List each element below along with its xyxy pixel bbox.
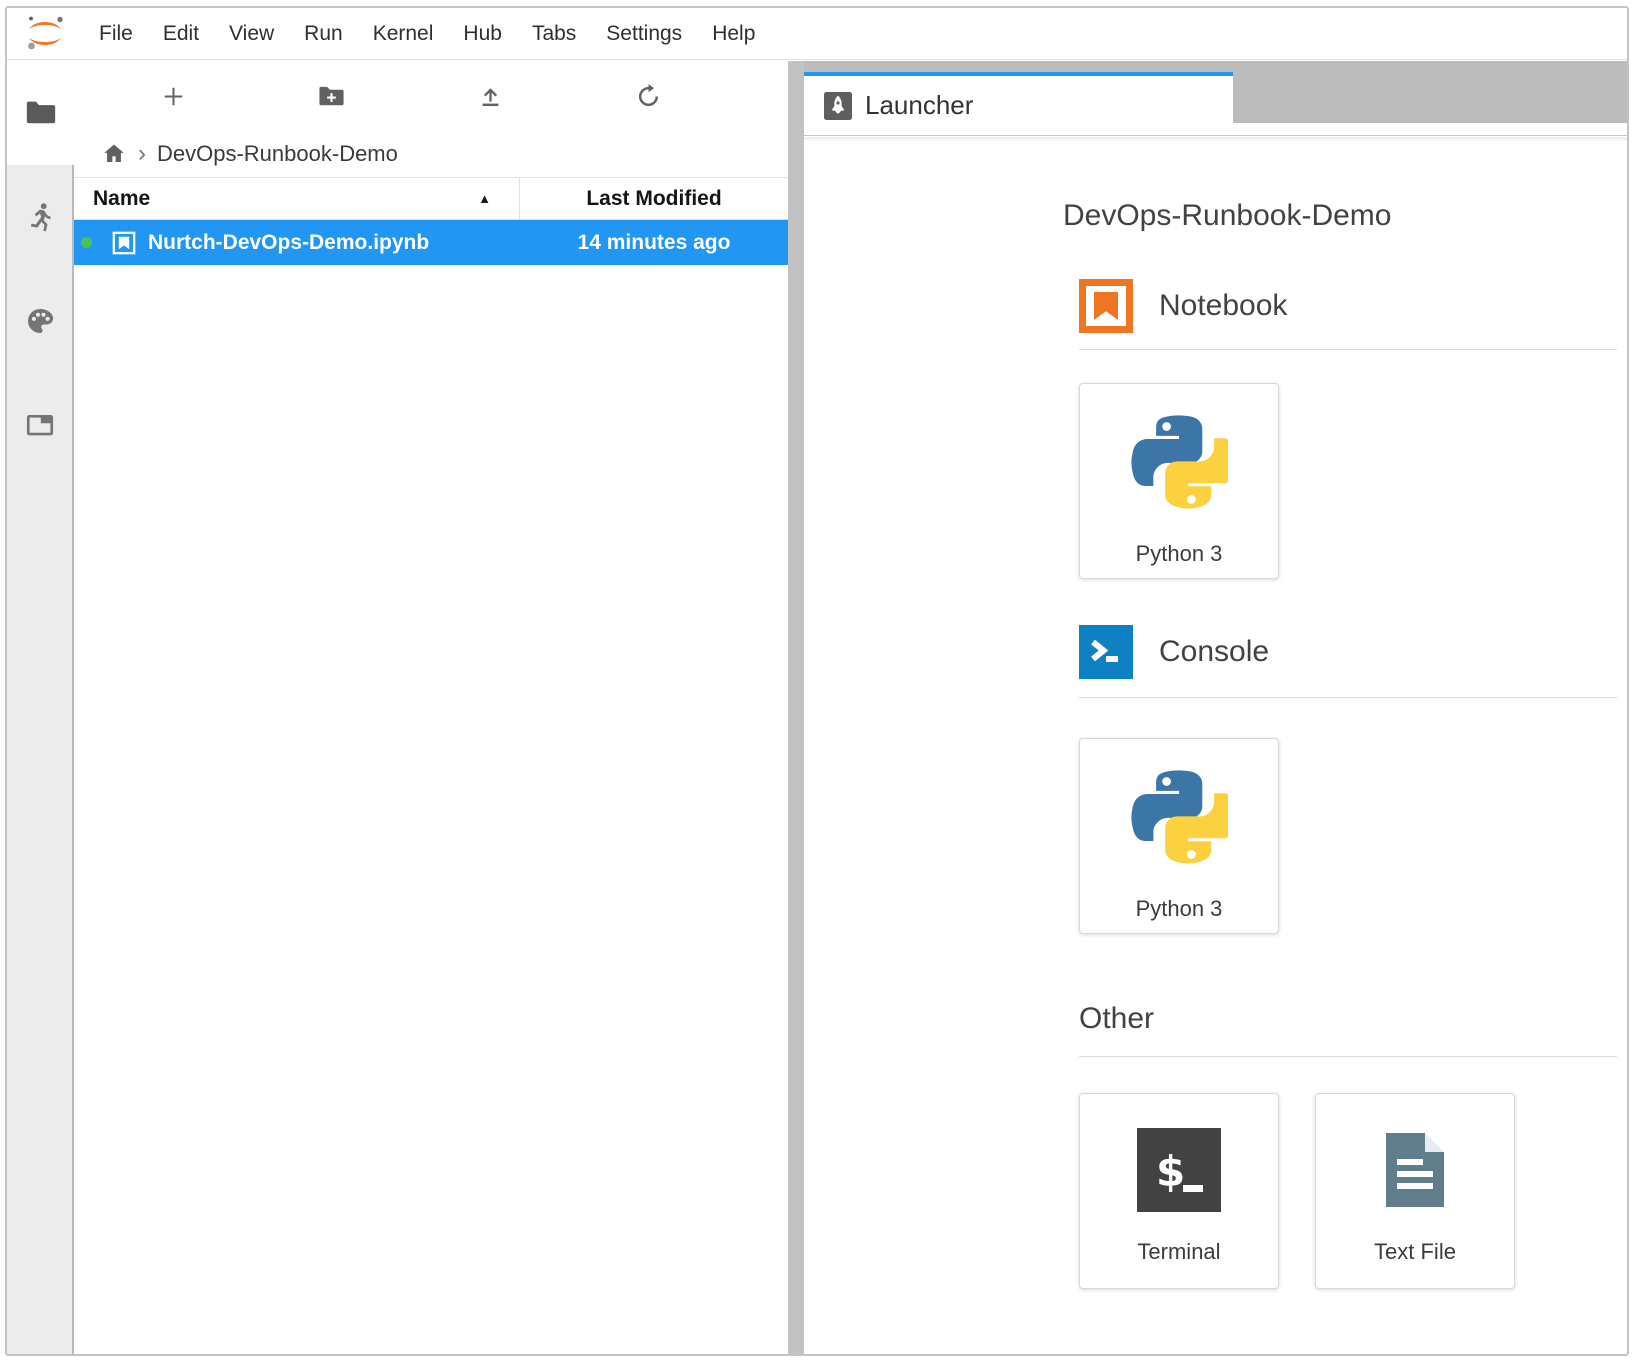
launcher-card-notebook-python3[interactable]: Python 3 [1079,383,1279,579]
tabs-icon [24,409,56,441]
upload-button[interactable] [411,83,570,110]
breadcrumb: › DevOps-Runbook-Demo [74,131,788,177]
launcher-card-terminal[interactable]: $ Terminal [1079,1093,1279,1289]
launcher-section-notebook: Notebook [1079,279,1617,333]
file-list-header: Name ▲ Last Modified [74,177,788,220]
column-header-last-modified[interactable]: Last Modified [520,178,788,219]
menu-run[interactable]: Run [289,22,358,46]
menu-tabs[interactable]: Tabs [517,22,591,46]
panel-splitter-handle[interactable] [788,61,804,1354]
jupyterlab-window: File Edit View Run Kernel Hub Tabs Setti… [5,6,1629,1356]
launcher-section-console: Console [1079,625,1617,679]
new-folder-icon [317,82,346,111]
palette-icon [24,305,56,337]
sort-ascending-icon: ▲ [478,191,491,206]
file-last-modified: 14 minutes ago [520,231,788,255]
section-divider [1079,349,1617,350]
sidebar-tab-running[interactable] [7,165,72,269]
left-sidebar [7,61,74,1354]
column-header-name[interactable]: Name ▲ [74,178,520,219]
file-row-selected[interactable]: Nurtch-DevOps-Demo.ipynb 14 minutes ago [74,220,788,265]
menu-edit[interactable]: Edit [148,22,214,46]
launcher-cwd-title: DevOps-Runbook-Demo [1063,199,1617,233]
file-browser-toolbar [74,61,788,131]
breadcrumb-separator: › [138,142,146,166]
menu-bar: File Edit View Run Kernel Hub Tabs Setti… [7,8,1627,60]
main-dock-panel: Launcher DevOps-Runbook-Demo Notebook [804,61,1627,1354]
sidebar-rail [7,165,74,1354]
notebook-cards: Python 3 [1079,383,1617,579]
sidebar-tab-file-browser[interactable] [7,61,74,165]
notebook-file-icon [111,230,137,256]
dock-tab-bar: Launcher [804,61,1627,136]
card-label: Python 3 [1136,896,1223,922]
sidebar-tab-command-palette[interactable] [7,269,72,373]
new-folder-button[interactable] [253,82,412,111]
refresh-icon [635,83,662,110]
section-divider [1079,1056,1617,1057]
file-browser-panel: › DevOps-Runbook-Demo Name ▲ Last Modifi… [74,61,788,1354]
breadcrumb-current-folder[interactable]: DevOps-Runbook-Demo [157,141,398,167]
console-cards: Python 3 [1079,738,1617,934]
menu-file[interactable]: File [84,22,148,46]
launcher-card-console-python3[interactable]: Python 3 [1079,738,1279,934]
card-label: Python 3 [1136,541,1223,567]
card-label: Terminal [1137,1239,1220,1265]
notebook-icon [1079,279,1133,333]
upload-icon [477,83,504,110]
launcher-card-text-file[interactable]: Text File [1315,1093,1515,1289]
svg-text:$: $ [1156,1147,1185,1196]
section-divider [1079,697,1617,698]
menu-view[interactable]: View [214,22,289,46]
terminal-icon: $ [1137,1128,1221,1212]
new-launcher-plus-icon [160,83,187,110]
tab-launcher[interactable]: Launcher [804,72,1233,135]
menu-hub[interactable]: Hub [448,22,517,46]
launcher-rocket-icon [824,92,852,120]
name-header-label: Name [93,187,150,211]
python-icon [1130,414,1228,512]
file-name: Nurtch-DevOps-Demo.ipynb [148,231,429,255]
console-icon [1079,625,1133,679]
menu-help[interactable]: Help [697,22,770,46]
menu-kernel[interactable]: Kernel [358,22,449,46]
modified-header-label: Last Modified [586,187,721,211]
tab-launcher-label: Launcher [865,90,973,121]
text-file-icon [1373,1128,1457,1212]
folder-icon [24,96,58,130]
other-cards: $ Terminal [1079,1093,1617,1289]
other-section-label: Other [1079,1002,1154,1036]
jupyter-logo-icon [22,14,68,54]
home-icon[interactable] [101,141,127,167]
running-man-icon [24,201,56,233]
new-launcher-button[interactable] [94,83,253,110]
refresh-button[interactable] [570,83,729,110]
python-icon [1130,769,1228,867]
sidebar-tab-open-tabs[interactable] [7,373,72,477]
kernel-running-dot [81,237,92,248]
card-label: Text File [1374,1239,1456,1265]
launcher-section-other: Other [1079,1002,1617,1036]
launcher-panel: DevOps-Runbook-Demo Notebook [804,137,1627,1354]
menu-settings[interactable]: Settings [591,22,697,46]
notebook-section-label: Notebook [1159,289,1287,323]
file-row-name-cell: Nurtch-DevOps-Demo.ipynb [74,230,520,256]
console-section-label: Console [1159,635,1269,669]
